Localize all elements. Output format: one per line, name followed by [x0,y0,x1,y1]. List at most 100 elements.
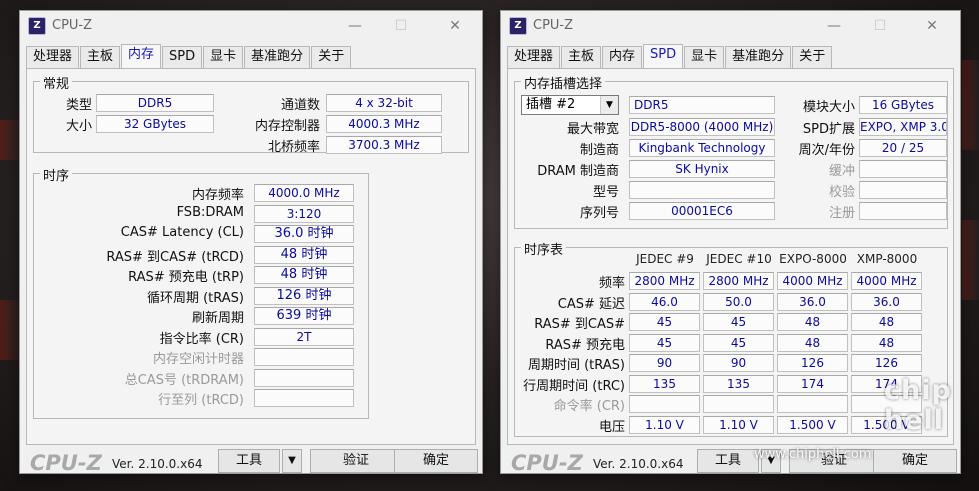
tab-memory[interactable]: 内存 [602,46,643,68]
timing-row-label: 周期时间 (tRAS) [527,358,625,373]
watermark-url: www.chiphell.com [754,447,872,462]
timing-label: 指令比率 (CR) [159,331,244,347]
tab-about[interactable]: 关于 [792,46,833,68]
timing-cell: 1.10 V [629,415,700,434]
timing-cell: 174 [777,374,848,393]
timing-label: 循环周期 (tRAS) [146,290,244,306]
tab-bench[interactable]: 基准跑分 [725,46,792,68]
slot-select[interactable]: 插槽 #2 ▼ [521,95,619,115]
timing-cell: 135 [703,374,774,393]
part-number-value [629,181,775,199]
spd-ext-value: EXPO, XMP 3.0 [859,118,947,136]
tab-spd[interactable]: SPD [643,44,684,68]
cpuz-app-icon: Z [28,17,46,35]
northbridge-label: 北桥频率 [267,140,320,155]
timing-cell: 45 [629,313,700,331]
mem-controller-value: 4000.3 MHz [326,115,442,133]
minimize-icon[interactable]: — [819,15,849,37]
tab-memory[interactable]: 内存 [121,44,162,68]
timing-cell: 48 [851,313,922,331]
type-value: DDR5 [96,94,214,112]
ok-button[interactable]: 确定 [394,449,478,473]
timing-label: 行至列 (tRCD) [158,393,244,408]
ok-button[interactable]: 确定 [873,449,957,473]
chevron-down-icon: ▼ [600,96,618,114]
timing-cell [703,395,774,413]
timing-cell: 45 [629,333,700,352]
timing-cell: 90 [703,354,774,372]
timing-cell: 45 [703,313,774,331]
part-number-label: 型号 [592,185,619,200]
cpuz-app-icon: Z [509,17,527,35]
spd-ext-label: SPD扩展 [802,122,855,137]
timing-value: 48 时钟 [254,245,354,264]
timing-label: 总CAS号 (tRDRAM) [124,372,244,388]
minimize-icon[interactable]: — [340,15,370,37]
timing-value: 2T [254,327,354,346]
timing-cell: 4000 MHz [851,272,922,290]
tab-cpu[interactable]: 处理器 [507,46,561,68]
timing-row-label: RAS# 到CAS# [534,317,625,332]
timing-value: 36.0 时钟 [254,225,354,243]
timing-value: 3:120 [254,204,354,223]
timings-table-group: 时序表 JEDEC #9 JEDEC #10 EXPO-8000 XMP-800… [514,239,948,437]
dram-manufacturer-label: DRAM 制造商 [537,164,619,179]
slot-selection-group: 内存插槽选择 插槽 #2 ▼ DDR5 最大带宽 DDR5-8000 (4000… [514,73,948,229]
timing-value [254,389,354,407]
manufacturer-label: 制造商 [579,143,619,158]
timing-row-label: 行周期时间 (tRC) [523,378,625,394]
timings-group-title: 时序 [40,165,73,184]
timings-group: 时序 内存频率 4000.0 MHz FSB:DRAM 3:120 CAS# Laten… [33,165,369,419]
timing-label: RAS# 预充电 (tRP) [128,270,244,285]
validate-button[interactable]: 验证 [310,449,402,473]
timing-cell: 2800 MHz [703,272,774,290]
tab-bench[interactable]: 基准跑分 [244,46,311,68]
tools-button[interactable]: 工具 [218,449,280,473]
mem-controller-label: 内存控制器 [254,119,320,134]
tools-dropdown-icon[interactable]: ▼ [282,449,302,473]
slot-group-title: 内存插槽选择 [521,73,606,92]
tab-spd[interactable]: SPD [162,46,203,68]
timing-value: 639 时钟 [254,307,354,325]
tab-graphics[interactable]: 显卡 [684,46,725,68]
column-header: EXPO-8000 [779,252,847,266]
serial-number-label: 序列号 [579,206,619,221]
tab-about[interactable]: 关于 [311,46,352,68]
size-label: 大小 [65,119,92,134]
timing-row-label: 命令率 (CR) [553,399,625,414]
timing-label: CAS# Latency (CL) [120,225,244,240]
timing-cell: 36.0 [777,292,848,311]
timing-cell: 1.10 V [703,415,774,434]
tab-strip: 处理器 主板 内存 SPD 显卡 基准跑分 关于 [26,44,352,68]
window-title: CPU-Z [52,18,93,33]
version-label: Ver. 2.10.0.x64 [112,457,203,471]
maximize-icon: ☐ [394,18,408,34]
timing-label: FSB:DRAM [176,204,244,220]
channels-value: 4 x 32-bit [326,94,442,112]
title-bar[interactable]: Z CPU-Z — ☐ ✕ [501,11,960,41]
title-bar[interactable]: Z CPU-Z — ☐ ✕ [20,11,482,41]
timing-cell: 46.0 [629,292,700,311]
timing-row-label: 频率 [598,276,625,291]
tab-mainboard[interactable]: 主板 [561,46,602,68]
close-icon[interactable]: ✕ [440,15,470,37]
cpuz-window-memory: Z CPU-Z — ☐ ✕ 处理器 主板 内存 SPD 显卡 基准跑分 关于 常… [19,10,483,475]
tab-strip: 处理器 主板 内存 SPD 显卡 基准跑分 关于 [507,44,833,68]
tools-button[interactable]: 工具 [697,449,759,473]
type-label: 类型 [65,98,92,113]
timing-cell [777,395,848,413]
tab-cpu[interactable]: 处理器 [26,46,80,68]
close-icon[interactable]: ✕ [917,15,947,37]
version-label: Ver. 2.10.0.x64 [593,457,684,471]
max-bandwidth-value: DDR5-8000 (4000 MHz) [629,118,775,136]
tab-graphics[interactable]: 显卡 [203,46,244,68]
timing-cell: 4000 MHz [777,272,848,290]
timing-label: 内存空闲计时器 [152,352,244,367]
timings-table-title: 时序表 [521,239,567,258]
timing-row-label: 电压 [598,419,625,435]
channels-label: 通道数 [280,98,320,113]
serial-number-value: 00001EC6 [629,202,775,220]
timing-label: 内存频率 [191,188,244,203]
column-header: XMP-8000 [856,252,918,266]
tab-mainboard[interactable]: 主板 [80,46,121,68]
